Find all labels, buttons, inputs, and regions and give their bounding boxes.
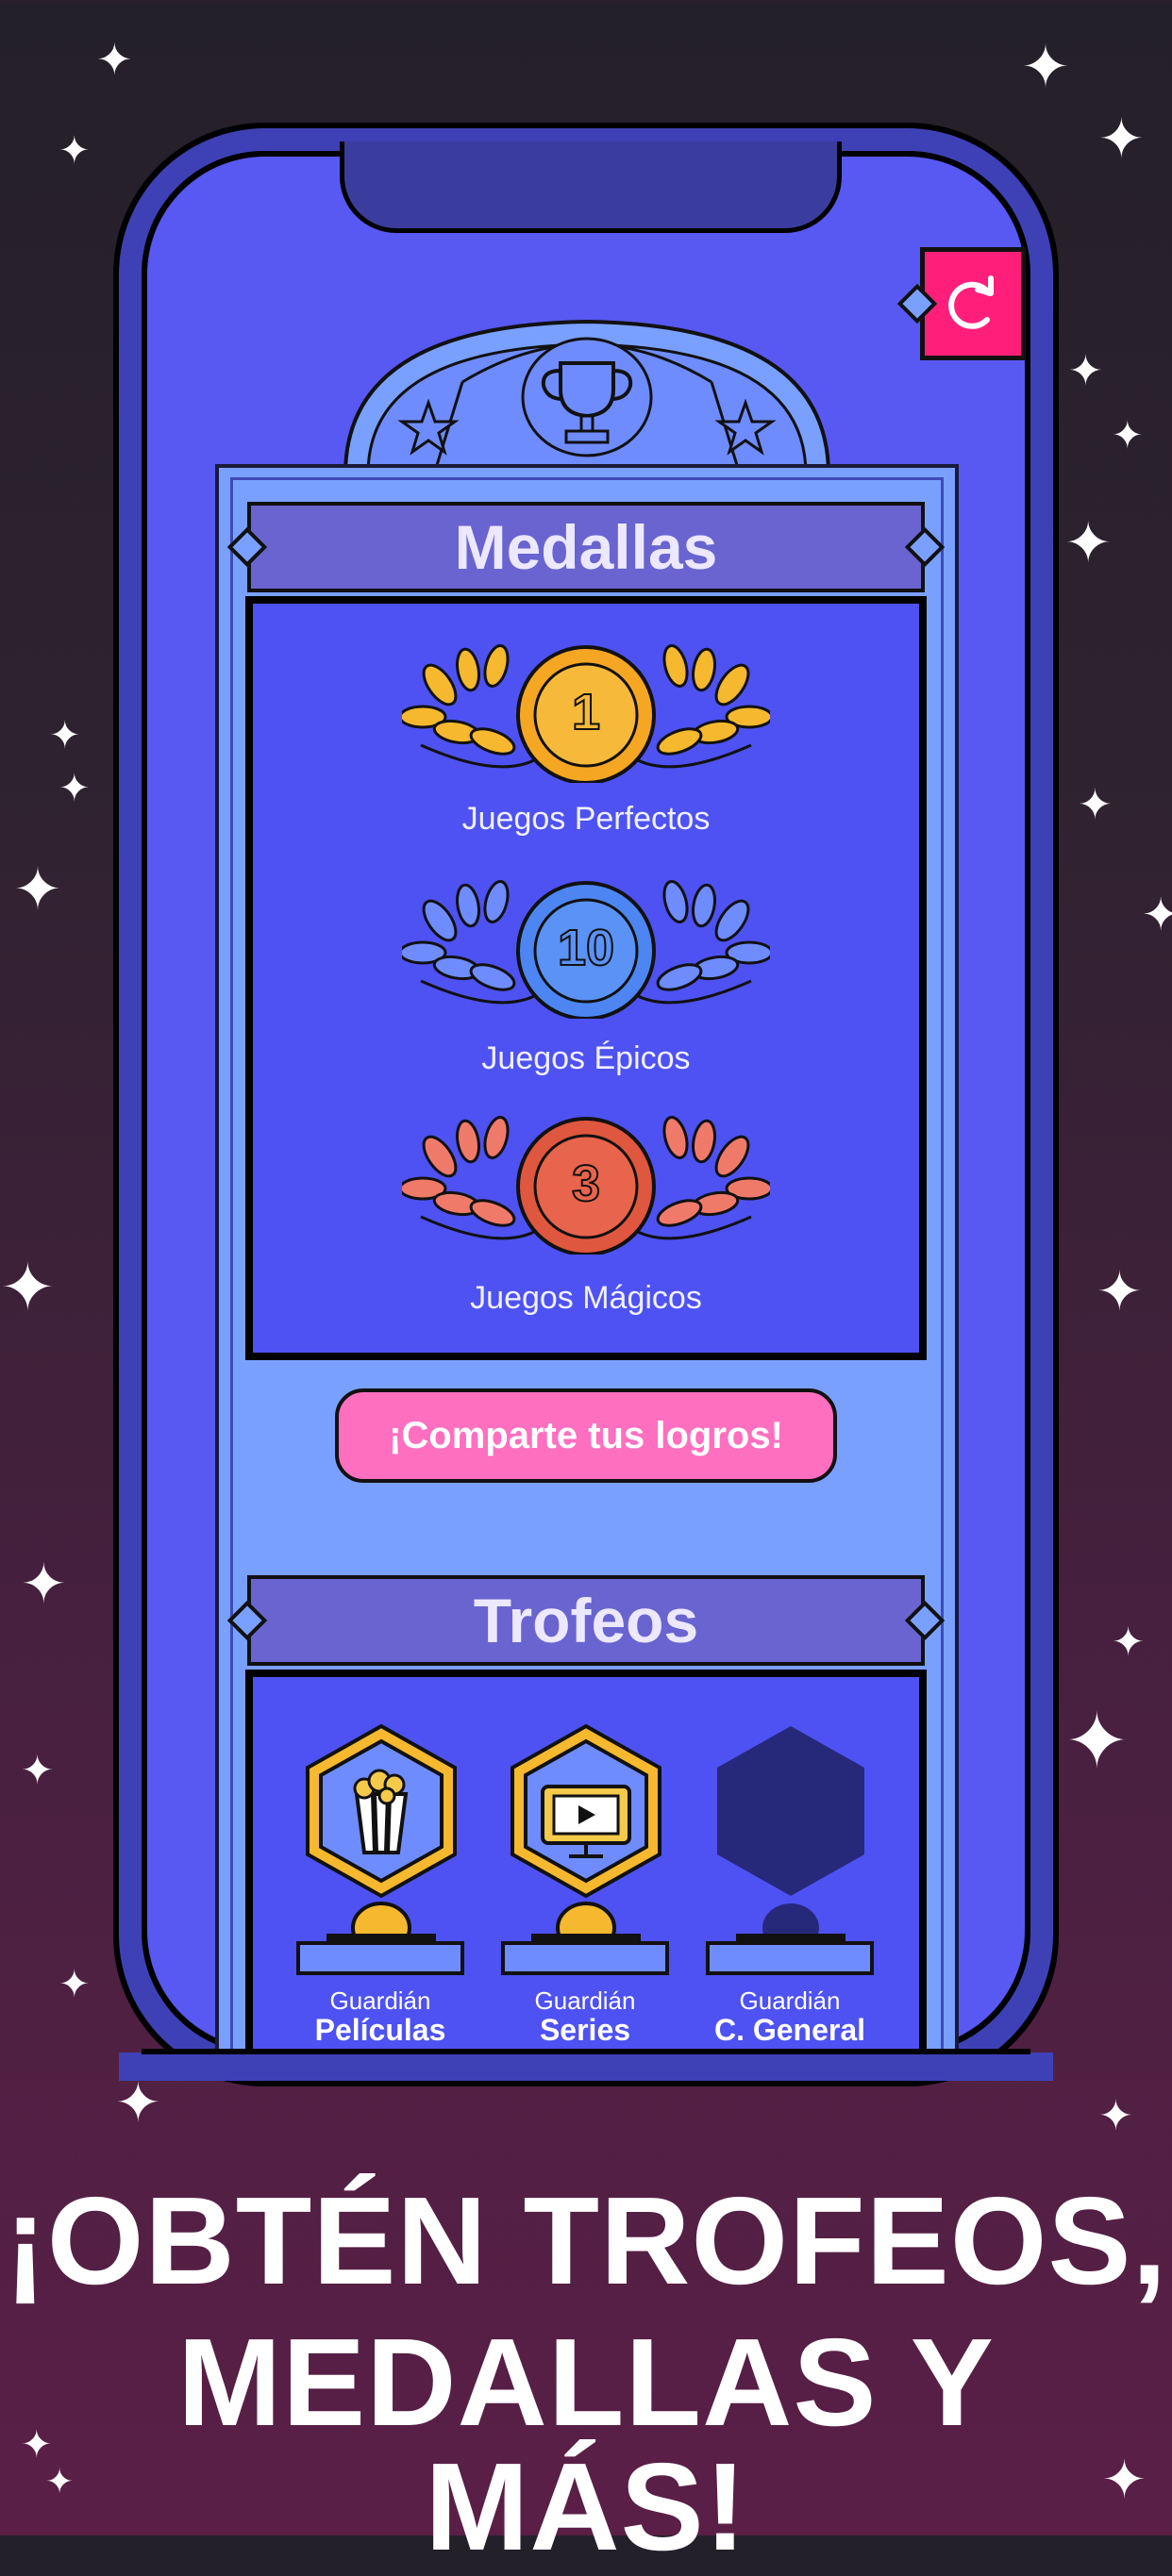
trophy-tv-name: Series	[539, 2013, 631, 2047]
sparkle-icon: ✦	[1097, 1259, 1143, 1323]
trophy-popcorn	[306, 1723, 457, 1939]
trophy-plate	[706, 1941, 874, 1975]
refresh-icon	[948, 275, 994, 329]
medals-title: Medallas	[454, 512, 718, 582]
sparkle-icon: ✦	[59, 1963, 91, 2006]
locked-hexagon-icon	[717, 1726, 864, 1939]
sparkle-icon: ✦	[0, 1249, 56, 1326]
sparkle-icon: ✦	[21, 1747, 55, 1793]
sparkle-icon: ✦	[1064, 1697, 1130, 1787]
trophy-tv-caption: Guardián	[534, 1986, 636, 2015]
share-achievements-button[interactable]: ¡Comparte tus logros!	[335, 1388, 837, 1483]
sparkle-icon: ✦	[96, 34, 133, 85]
sparkle-icon: ✦	[115, 2070, 161, 2135]
sparkle-icon: ✦	[1142, 889, 1172, 941]
medal-red-count: 3	[571, 1155, 601, 1213]
trophy-base	[736, 1934, 846, 1941]
trophies-title: Trofeos	[473, 1586, 699, 1655]
phone-bottom-edge	[142, 2049, 1030, 2054]
sparkle-icon: ✦	[1078, 781, 1113, 829]
sparkle-icon: ✦	[1068, 347, 1103, 395]
sparkle-icon: ✦	[59, 129, 91, 173]
headline-line-1: ¡OBTÉN TROFEOS,	[4, 2171, 1168, 2310]
trophy-locked-name: C. General	[713, 2013, 866, 2047]
trophy-popcorn-caption: Guardián	[329, 1986, 431, 2015]
sparkle-icon: ✦	[21, 1552, 67, 1616]
sparkle-icon: ✦	[1021, 32, 1070, 101]
medal-gold-label: Juegos Perfectos	[461, 801, 711, 837]
trophy-base	[531, 1934, 641, 1941]
headline-line-2: MEDALLAS Y MÁS!	[177, 2313, 995, 2576]
trophies-banner: Trofeos	[247, 1575, 925, 1666]
trophy-locked-caption: Guardián	[739, 1986, 841, 2015]
sparkle-icon: ✦	[59, 767, 91, 810]
trophy-tv	[511, 1723, 661, 1939]
trophy-base	[326, 1934, 436, 1941]
medal-blue-label: Juegos Épicos	[481, 1040, 691, 1076]
sparkle-icon: ✦	[49, 714, 81, 757]
board-arch	[343, 319, 831, 476]
sparkle-icon: ✦	[1064, 510, 1113, 576]
trophy-popcorn-name: Películas	[314, 2013, 446, 2047]
phone-notch	[340, 141, 842, 233]
sparkle-icon: ✦	[1112, 414, 1144, 457]
medal-gold-count: 1	[571, 683, 601, 741]
medals-banner: Medallas	[247, 502, 925, 592]
sparkle-icon: ✦	[1098, 2092, 1133, 2140]
sparkle-icon: ✦	[1112, 1619, 1146, 1665]
phone-bottom-bezel	[119, 2052, 1053, 2081]
medal-red-label: Juegos Mágicos	[470, 1280, 702, 1316]
trophy-plate	[501, 1941, 669, 1975]
medal-blue-count: 10	[557, 919, 615, 977]
trophy-plate	[296, 1941, 464, 1975]
sparkle-icon: ✦	[1098, 107, 1145, 171]
sparkle-icon: ✦	[13, 855, 62, 923]
